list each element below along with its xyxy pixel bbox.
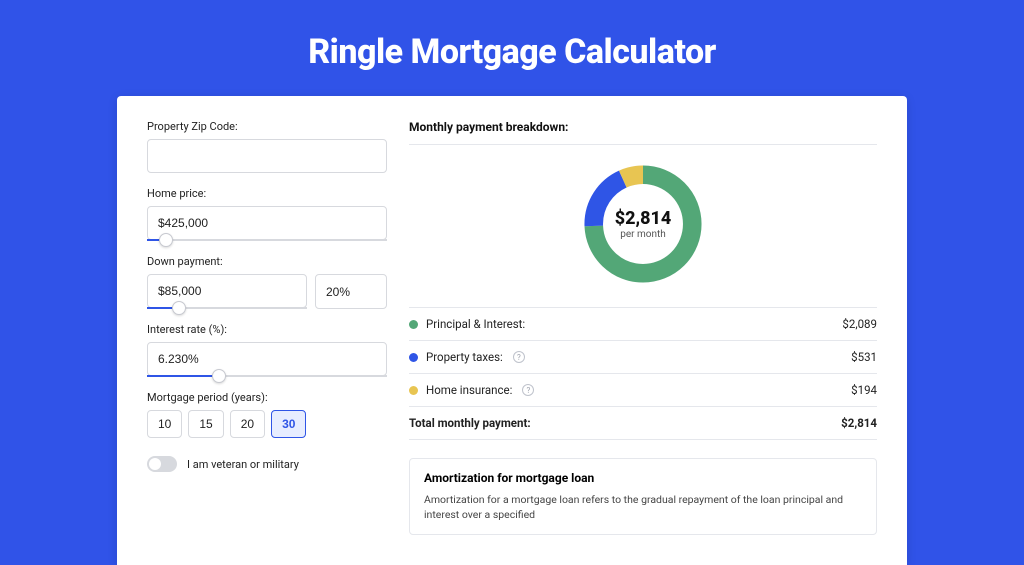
donut-wrap: $2,814 per month [409, 159, 877, 289]
calculator-card: Property Zip Code: Home price: Down paym… [117, 96, 907, 565]
rate-label: Interest rate (%): [147, 323, 387, 336]
veteran-row: I am veteran or military [147, 456, 387, 472]
legend-value: $194 [851, 383, 877, 397]
toggle-knob [149, 458, 161, 470]
period-segmented: 10152030 [147, 410, 387, 438]
price-slider[interactable] [147, 239, 387, 241]
legend-total-row: Total monthly payment: $2,814 [409, 407, 877, 440]
zip-label: Property Zip Code: [147, 120, 387, 133]
donut-caption: per month [620, 229, 666, 240]
veteran-label: I am veteran or military [187, 458, 299, 471]
legend-label: Home insurance: [426, 383, 512, 397]
period-option-10[interactable]: 10 [147, 410, 182, 438]
breakdown-title: Monthly payment breakdown: [409, 120, 877, 145]
help-icon[interactable]: ? [522, 384, 534, 396]
price-block: Home price: [147, 187, 387, 241]
legend-label: Principal & Interest: [426, 317, 525, 331]
period-option-20[interactable]: 20 [230, 410, 265, 438]
down-amount-input[interactable] [147, 274, 307, 308]
veteran-toggle[interactable] [147, 456, 177, 472]
legend: Principal & Interest: $2,089 Property taxe… [409, 307, 877, 407]
zip-input[interactable] [147, 139, 387, 173]
period-label: Mortgage period (years): [147, 391, 387, 404]
period-option-15[interactable]: 15 [188, 410, 223, 438]
price-input[interactable] [147, 206, 387, 240]
period-block: Mortgage period (years): 10152030 [147, 391, 387, 438]
rate-block: Interest rate (%): [147, 323, 387, 377]
total-value: $2,814 [841, 416, 877, 430]
legend-row-taxes: Property taxes:? $531 [409, 341, 877, 374]
down-percent-input[interactable] [315, 274, 387, 309]
page-title: Ringle Mortgage Calculator [0, 0, 1024, 96]
legend-dot-icon [409, 386, 418, 395]
legend-dot-icon [409, 353, 418, 362]
legend-label: Property taxes: [426, 350, 503, 364]
zip-block: Property Zip Code: [147, 120, 387, 173]
period-option-30[interactable]: 30 [271, 410, 306, 438]
legend-value: $2,089 [842, 317, 877, 331]
down-block: Down payment: [147, 255, 387, 309]
amortization-box: Amortization for mortgage loan Amortizat… [409, 458, 877, 535]
down-label: Down payment: [147, 255, 387, 268]
payment-donut-chart: $2,814 per month [578, 159, 708, 289]
amortization-text: Amortization for a mortgage loan refers … [424, 493, 862, 522]
legend-value: $531 [851, 350, 877, 364]
rate-slider[interactable] [147, 375, 387, 377]
breakdown-column: Monthly payment breakdown: $2,814 per mo… [409, 120, 877, 535]
legend-row-insurance: Home insurance:? $194 [409, 374, 877, 407]
down-slider[interactable] [147, 307, 307, 309]
legend-row-principal: Principal & Interest: $2,089 [409, 308, 877, 341]
form-column: Property Zip Code: Home price: Down paym… [147, 120, 387, 535]
help-icon[interactable]: ? [513, 351, 525, 363]
price-label: Home price: [147, 187, 387, 200]
amortization-title: Amortization for mortgage loan [424, 471, 862, 485]
legend-dot-icon [409, 320, 418, 329]
total-label: Total monthly payment: [409, 416, 531, 430]
donut-amount: $2,814 [615, 208, 672, 229]
rate-input[interactable] [147, 342, 387, 376]
